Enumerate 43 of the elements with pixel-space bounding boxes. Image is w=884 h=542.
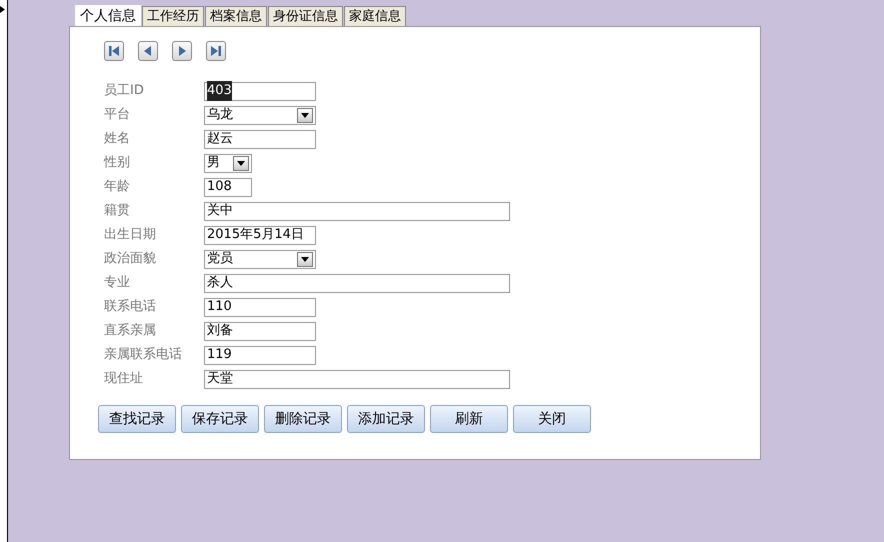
input-field[interactable]: 关中 [204, 202, 510, 220]
input-field[interactable]: 108 [204, 178, 252, 196]
input-field[interactable]: 403 [204, 82, 316, 100]
dropdown-field[interactable]: 男 [204, 154, 252, 172]
field-label: 姓名 [104, 130, 131, 148]
field-label: 亲属联系电话 [104, 346, 183, 364]
field-label: 性别 [104, 154, 131, 172]
action-button[interactable]: 删除记录 [264, 405, 342, 433]
field-label: 直系亲属 [104, 322, 157, 340]
previous-record-button[interactable] [138, 41, 158, 61]
tab[interactable]: 家庭信息 [344, 6, 406, 26]
action-button[interactable]: 关闭 [513, 405, 591, 433]
next-record-button[interactable] [172, 41, 192, 61]
input-field[interactable]: 赵云 [204, 130, 316, 148]
action-button[interactable]: 保存记录 [181, 405, 259, 433]
dropdown-field[interactable]: 乌龙 [204, 106, 316, 124]
input-field[interactable]: 杀人 [204, 274, 510, 292]
tab[interactable]: 个人信息 [75, 5, 141, 26]
field-label: 平台 [104, 106, 131, 124]
tab[interactable]: 身份证信息 [268, 6, 343, 26]
tab[interactable]: 档案信息 [205, 6, 267, 26]
input-field[interactable]: 110 [204, 298, 316, 316]
first-record-button[interactable] [104, 41, 124, 61]
input-field[interactable]: 刘备 [204, 322, 316, 340]
action-button[interactable]: 刷新 [430, 405, 508, 433]
field-label: 专业 [104, 274, 131, 292]
last-record-button[interactable] [206, 41, 226, 61]
input-field[interactable]: 119 [204, 346, 316, 364]
field-label: 政治面貌 [104, 250, 157, 268]
input-field[interactable]: 天堂 [204, 370, 510, 388]
dropdown-field[interactable]: 党员 [204, 250, 316, 268]
field-label: 出生日期 [104, 226, 157, 244]
field-label: 联系电话 [104, 298, 157, 316]
first-record-icon [106, 43, 122, 59]
field-label: 现住址 [104, 370, 144, 388]
field-label: 员工ID [104, 82, 145, 100]
last-record-icon [208, 43, 224, 59]
tab[interactable]: 工作经历 [142, 6, 204, 26]
action-button[interactable]: 添加记录 [347, 405, 425, 433]
action-button[interactable]: 查找记录 [98, 405, 176, 433]
input-field[interactable]: 2015年5月14日 [204, 226, 316, 244]
field-label: 籍贯 [104, 202, 131, 220]
field-label: 年龄 [104, 178, 131, 196]
